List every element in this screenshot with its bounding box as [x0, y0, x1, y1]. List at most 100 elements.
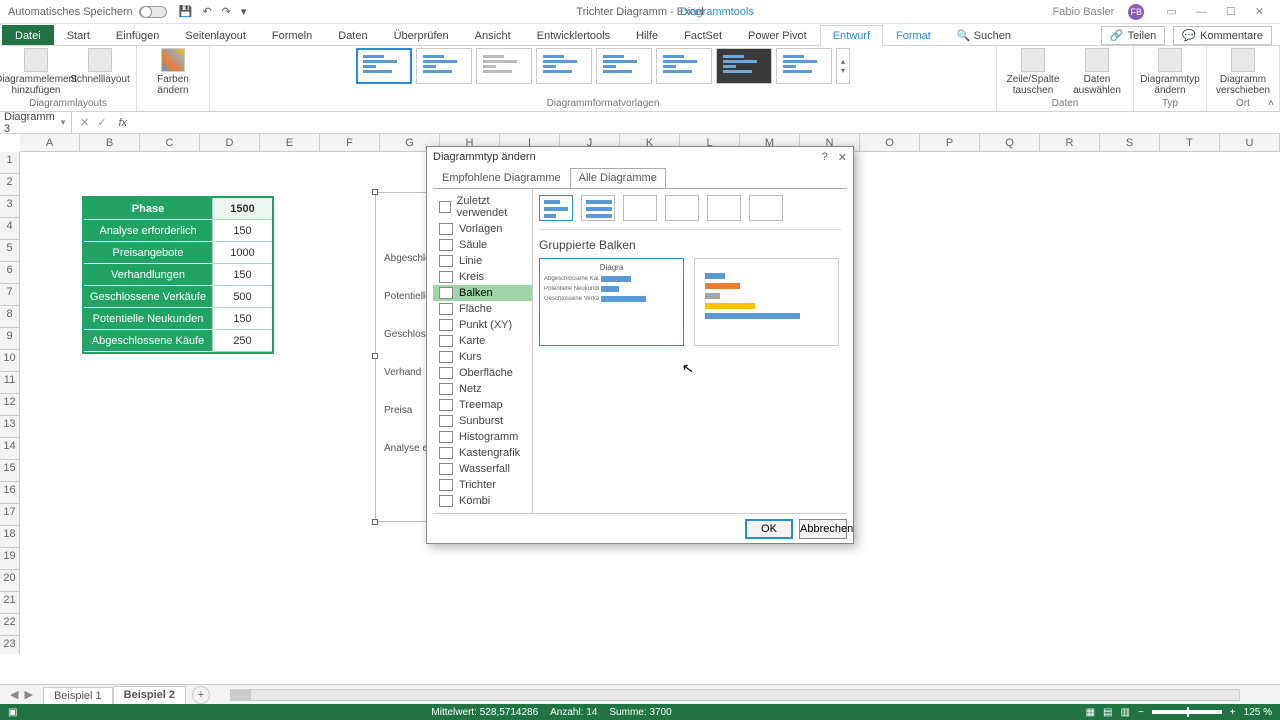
chart-style-6[interactable] [656, 48, 712, 84]
quick-layout-button[interactable]: Schnelllayout [70, 48, 130, 85]
tab-factset[interactable]: FactSet [671, 25, 735, 45]
row-header[interactable]: 8 [0, 306, 19, 328]
tab-help[interactable]: Hilfe [623, 25, 671, 45]
zoom-slider[interactable] [1152, 710, 1222, 714]
share-button[interactable]: 🔗Teilen [1101, 26, 1165, 45]
comments-button[interactable]: 💬Kommentare [1173, 26, 1272, 45]
row-header[interactable]: 17 [0, 504, 19, 526]
move-chart-button[interactable]: Diagramm verschieben [1213, 48, 1273, 96]
cat-treemap[interactable]: Treemap [433, 397, 532, 413]
tab-recommended[interactable]: Empfohlene Diagramme [433, 168, 570, 188]
row-header[interactable]: 2 [0, 174, 19, 196]
tab-formulas[interactable]: Formeln [259, 25, 325, 45]
cat-radar[interactable]: Netz [433, 381, 532, 397]
tab-insert[interactable]: Einfügen [103, 25, 172, 45]
col-header[interactable]: T [1160, 134, 1220, 151]
tab-developer[interactable]: Entwicklertools [524, 25, 623, 45]
col-header[interactable]: R [1040, 134, 1100, 151]
col-header[interactable]: O [860, 134, 920, 151]
subtype-stacked-bar[interactable] [581, 195, 615, 221]
table-header-a[interactable]: Phase [84, 198, 212, 220]
switch-row-col-button[interactable]: Zeile/Spalte tauschen [1003, 48, 1063, 96]
row-header[interactable]: 14 [0, 438, 19, 460]
search-tab[interactable]: 🔍 Suchen [944, 24, 1024, 45]
row-header[interactable]: 12 [0, 394, 19, 416]
row-header[interactable]: 1 [0, 152, 19, 174]
col-header[interactable]: P [920, 134, 980, 151]
zoom-out-icon[interactable]: − [1138, 707, 1144, 718]
row-header[interactable]: 9 [0, 328, 19, 350]
table-row[interactable]: 1000 [212, 242, 272, 264]
cat-surface[interactable]: Oberfläche [433, 365, 532, 381]
style-gallery-more[interactable]: ▴▾ [836, 48, 850, 84]
col-header[interactable]: A [20, 134, 80, 151]
dialog-close-icon[interactable]: ✕ [838, 151, 847, 164]
row-header[interactable]: 4 [0, 218, 19, 240]
chart-preview-1[interactable]: Diagra Abgeschlossene Käufe Potentielle … [539, 258, 684, 346]
chart-style-4[interactable] [536, 48, 592, 84]
row-header[interactable]: 18 [0, 526, 19, 548]
table-row[interactable]: Abgeschlossene Käufe [84, 330, 212, 352]
row-header[interactable]: 7 [0, 284, 19, 306]
ok-button[interactable]: OK [745, 519, 793, 539]
subtype-3d-100-stacked-bar[interactable] [749, 195, 783, 221]
cat-boxwhisker[interactable]: Kastengrafik [433, 445, 532, 461]
select-data-button[interactable]: Daten auswählen [1067, 48, 1127, 96]
tab-start[interactable]: Start [54, 25, 103, 45]
cat-bar[interactable]: Balken [433, 285, 532, 301]
help-icon[interactable]: ? [822, 151, 828, 164]
tab-view[interactable]: Ansicht [462, 25, 524, 45]
tab-all-charts[interactable]: Alle Diagramme [570, 168, 666, 188]
col-header[interactable]: F [320, 134, 380, 151]
chart-style-1[interactable] [356, 48, 412, 84]
cancel-formula-icon[interactable]: ✕ [80, 116, 89, 129]
page-layout-icon[interactable]: ▤ [1103, 707, 1112, 718]
data-table[interactable]: Phase Analyse erforderlich Preisangebote… [82, 196, 274, 354]
toggle-icon[interactable] [139, 6, 167, 18]
col-header[interactable]: B [80, 134, 140, 151]
qat-more-icon[interactable]: ▾ [241, 5, 247, 18]
tab-format[interactable]: Format [883, 25, 944, 45]
undo-icon[interactable]: ↶ [202, 5, 211, 18]
avatar[interactable]: FB [1128, 4, 1144, 20]
tab-powerpivot[interactable]: Power Pivot [735, 25, 820, 45]
row-header[interactable]: 20 [0, 570, 19, 592]
cancel-button[interactable]: Abbrechen [799, 519, 847, 539]
row-header[interactable]: 13 [0, 416, 19, 438]
chart-style-8[interactable] [776, 48, 832, 84]
resize-handle[interactable] [372, 353, 378, 359]
table-header-b[interactable]: 1500 [212, 198, 272, 220]
cat-pie[interactable]: Kreis [433, 269, 532, 285]
tab-review[interactable]: Überprüfen [381, 25, 462, 45]
chart-style-3[interactable] [476, 48, 532, 84]
tab-pagelayout[interactable]: Seitenlayout [172, 25, 259, 45]
chevron-down-icon[interactable]: ▼ [59, 118, 67, 127]
formula-input[interactable] [135, 112, 1280, 133]
row-header[interactable]: 5 [0, 240, 19, 262]
subtype-3d-stacked-bar[interactable] [707, 195, 741, 221]
cat-sunburst[interactable]: Sunburst [433, 413, 532, 429]
sheet-tab-2[interactable]: Beispiel 2 [113, 686, 186, 704]
sheet-nav[interactable]: ◀▶ [0, 688, 43, 701]
add-sheet-button[interactable]: + [192, 686, 210, 704]
autosave-toggle[interactable]: Automatisches Speichern [8, 6, 167, 18]
add-chart-element-button[interactable]: Diagrammelement hinzufügen [6, 48, 66, 96]
subtype-3d-clustered-bar[interactable] [665, 195, 699, 221]
chart-style-5[interactable] [596, 48, 652, 84]
change-colors-button[interactable]: Farben ändern [143, 48, 203, 96]
row-header[interactable]: 10 [0, 350, 19, 372]
row-header[interactable]: 22 [0, 614, 19, 636]
chart-style-7[interactable] [716, 48, 772, 84]
col-header[interactable]: Q [980, 134, 1040, 151]
sheet-tab-1[interactable]: Beispiel 1 [43, 687, 113, 704]
enter-formula-icon[interactable]: ✓ [97, 116, 106, 129]
chart-category-list[interactable]: Zuletzt verwendet Vorlagen Säule Linie K… [433, 189, 533, 513]
table-row[interactable]: 150 [212, 264, 272, 286]
record-macro-icon[interactable]: ▣ [8, 707, 17, 718]
table-row[interactable]: Potentielle Neukunden [84, 308, 212, 330]
cat-recent[interactable]: Zuletzt verwendet [433, 193, 532, 221]
change-chart-type-button[interactable]: Diagrammtyp ändern [1140, 48, 1200, 96]
scroll-thumb[interactable] [231, 690, 251, 700]
table-row[interactable]: 150 [212, 220, 272, 242]
cat-xy[interactable]: Punkt (XY) [433, 317, 532, 333]
